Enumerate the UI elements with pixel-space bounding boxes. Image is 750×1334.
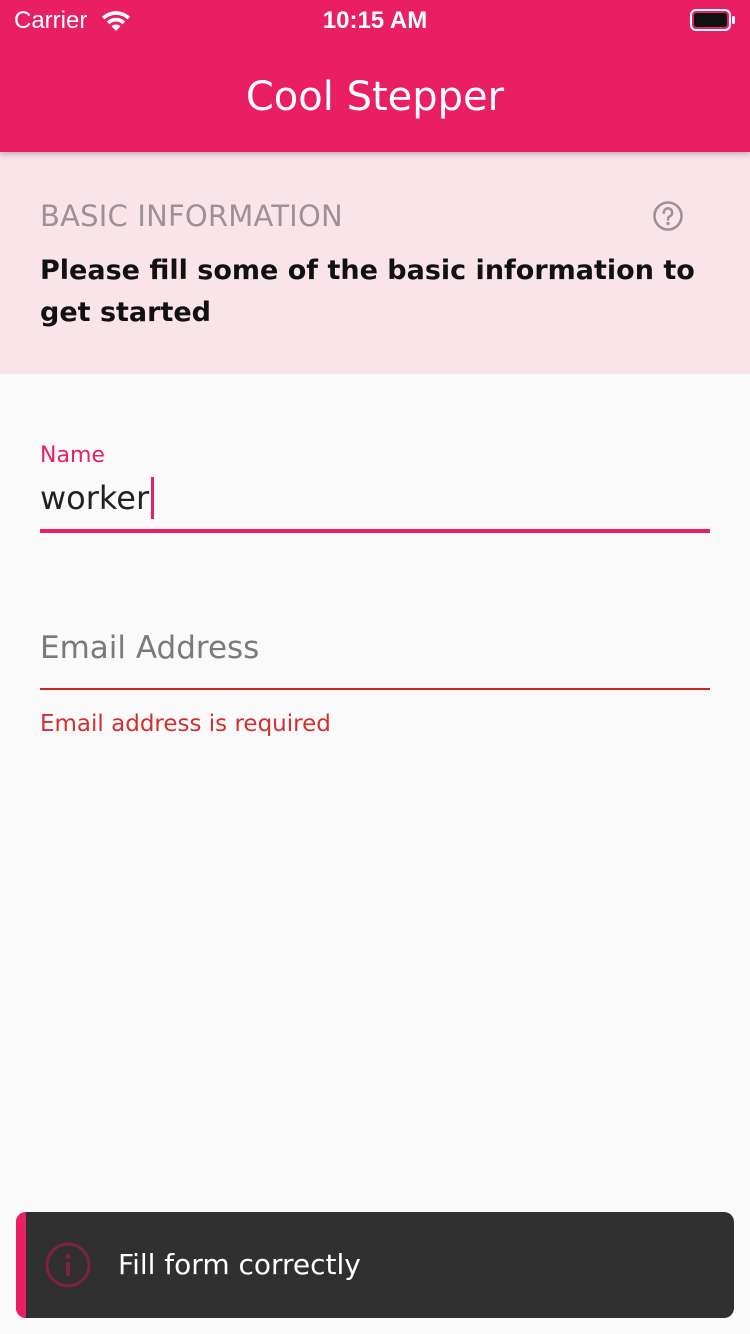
step-header: BASIC INFORMATION Please fill some of th… bbox=[0, 152, 750, 374]
help-circle-icon[interactable] bbox=[652, 200, 684, 232]
app-bar: Carrier 10:15 AM Cool Stepper bbox=[0, 0, 750, 152]
info-icon bbox=[45, 1242, 91, 1288]
name-field[interactable]: Name worker bbox=[40, 440, 710, 536]
text-caret bbox=[151, 477, 155, 519]
email-field-underline bbox=[40, 688, 710, 690]
snackbar-accent-bar bbox=[16, 1212, 26, 1318]
snackbar-message: Fill form correctly bbox=[118, 1248, 361, 1281]
name-field-underline bbox=[40, 529, 710, 533]
email-input[interactable] bbox=[40, 606, 710, 690]
step-title: BASIC INFORMATION bbox=[40, 199, 343, 233]
name-input[interactable]: worker bbox=[40, 476, 155, 520]
status-time: 10:15 AM bbox=[322, 7, 428, 34]
app-title: Cool Stepper bbox=[245, 74, 505, 120]
screen: Carrier 10:15 AM Cool Stepper BASIC INFO… bbox=[0, 0, 750, 1334]
email-field[interactable]: Email address is required bbox=[40, 606, 710, 746]
snackbar: Fill form correctly bbox=[16, 1212, 734, 1318]
battery-icon bbox=[690, 9, 735, 31]
name-field-label: Name bbox=[40, 443, 105, 468]
step-subtitle: Please fill some of the basic informatio… bbox=[40, 255, 695, 328]
email-error-text: Email address is required bbox=[40, 711, 331, 737]
name-input-value: worker bbox=[40, 479, 150, 517]
